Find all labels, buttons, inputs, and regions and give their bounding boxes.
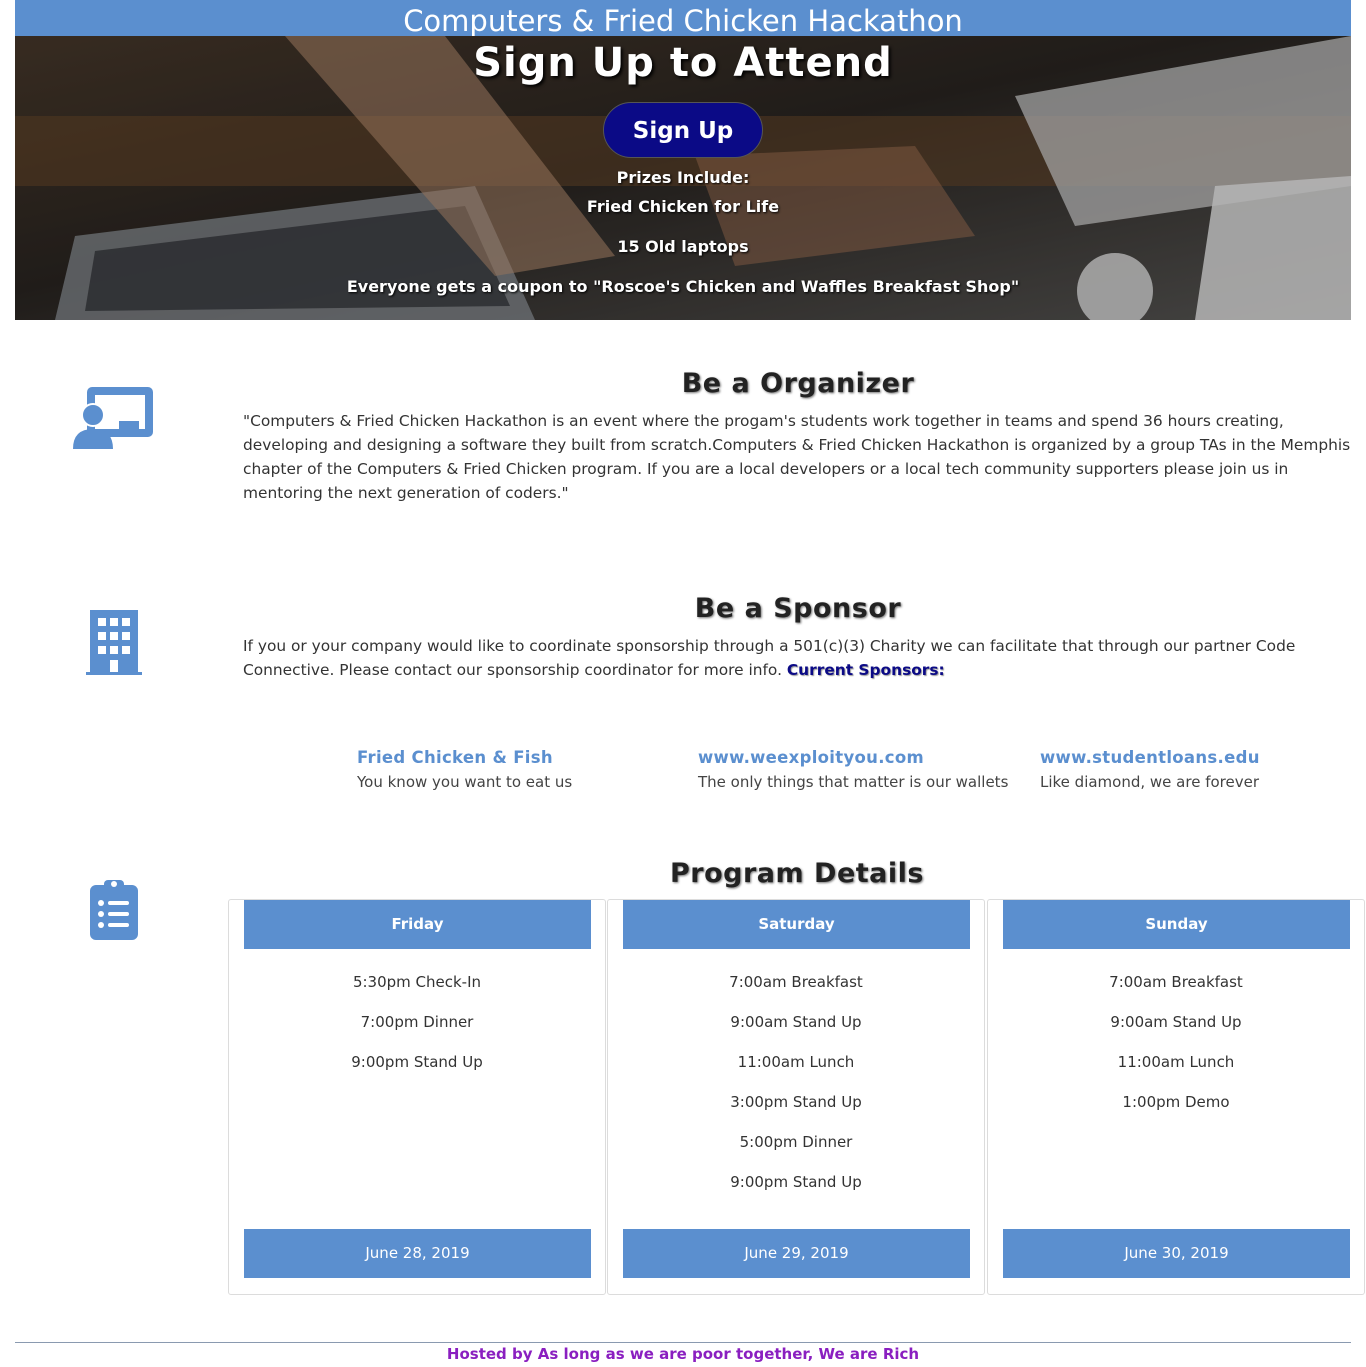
schedule-item: 11:00am Lunch [1117,1053,1235,1071]
program-title: Program Details [670,858,924,889]
schedule-item: 9:00am Stand Up [1110,1013,1242,1031]
schedule-item: 3:00pm Stand Up [730,1093,862,1111]
sponsor-name[interactable]: Fried Chicken & Fish [357,746,572,770]
sponsor-card: Fried Chicken & Fish You know you want t… [357,746,572,794]
sponsor-tagline: Like diamond, we are forever [1040,773,1259,791]
schedule-item: 7:00am Breakfast [729,973,863,991]
prize-item: Fried Chicken for Life [586,197,780,216]
hero-section: Sign Up to Attend Sign Up Prizes Include… [15,36,1351,320]
prize-item: 15 Old laptops [617,237,749,256]
schedule-item: 7:00pm Dinner [360,1013,474,1031]
prizes-heading: Prizes Include: [616,168,750,187]
sponsor-name[interactable]: www.studentloans.edu [1040,746,1260,770]
day-date: June 28, 2019 [244,1229,591,1278]
site-title-bar: Computers & Fried Chicken Hackathon [15,0,1351,38]
day-header: Saturday [623,900,970,949]
schedule-item: 1:00pm Demo [1122,1093,1230,1111]
schedule-item: 5:30pm Check-In [352,973,482,991]
schedule-item: 9:00pm Stand Up [351,1053,483,1071]
presentation-person-icon [73,385,155,455]
day-card-sunday: Sunday 7:00am Breakfast 9:00am Stand Up … [987,899,1365,1295]
day-date: June 29, 2019 [623,1229,970,1278]
sponsor-card: www.weexploityou.com The only things tha… [698,746,1008,794]
schedule-list: 5:30pm Check-In 7:00pm Dinner 9:00pm Sta… [229,970,605,1090]
sponsor-description-text: If you or your company would like to coo… [243,637,1296,679]
sponsor-tagline: You know you want to eat us [357,773,573,791]
schedule-item: 11:00am Lunch [737,1053,855,1071]
site-title: Computers & Fried Chicken Hackathon [403,4,963,38]
day-header: Sunday [1003,900,1350,949]
schedule-list: 7:00am Breakfast 9:00am Stand Up 11:00am… [608,970,984,1210]
hero-title: Sign Up to Attend [473,40,893,86]
footer-divider [15,1342,1351,1343]
day-header: Friday [244,900,591,949]
day-date: June 30, 2019 [1003,1229,1350,1278]
day-card-saturday: Saturday 7:00am Breakfast 9:00am Stand U… [607,899,985,1295]
sponsor-name[interactable]: www.weexploityou.com [698,746,1008,770]
organizer-description: "Computers & Fried Chicken Hackathon is … [243,412,1351,502]
sponsor-card: www.studentloans.edu Like diamond, we ar… [1040,746,1260,794]
day-card-friday: Friday 5:30pm Check-In 7:00pm Dinner 9:0… [228,899,606,1295]
schedule-item: 7:00am Breakfast [1109,973,1243,991]
sign-up-button[interactable]: Sign Up [603,102,763,158]
schedule-list: 7:00am Breakfast 9:00am Stand Up 11:00am… [988,970,1364,1130]
sponsor-tagline: The only things that matter is our walle… [698,773,1009,791]
organizer-title: Be a Organizer [681,368,915,399]
hero-content: Sign Up to Attend Sign Up Prizes Include… [15,36,1351,320]
sponsor-title: Be a Sponsor [694,593,902,624]
prize-item: Everyone gets a coupon to "Roscoe's Chic… [346,277,1020,296]
schedule-item: 9:00am Stand Up [730,1013,862,1031]
current-sponsors-link[interactable]: Current Sponsors: [787,661,945,679]
sponsor-description: If you or your company would like to coo… [243,634,1353,682]
schedule-item: 9:00pm Stand Up [730,1173,862,1191]
schedule-item: 5:00pm Dinner [739,1133,853,1151]
footer-text: Hosted by As long as we are poor togethe… [446,1345,920,1363]
clipboard-list-icon [89,877,139,945]
building-icon [86,610,142,680]
